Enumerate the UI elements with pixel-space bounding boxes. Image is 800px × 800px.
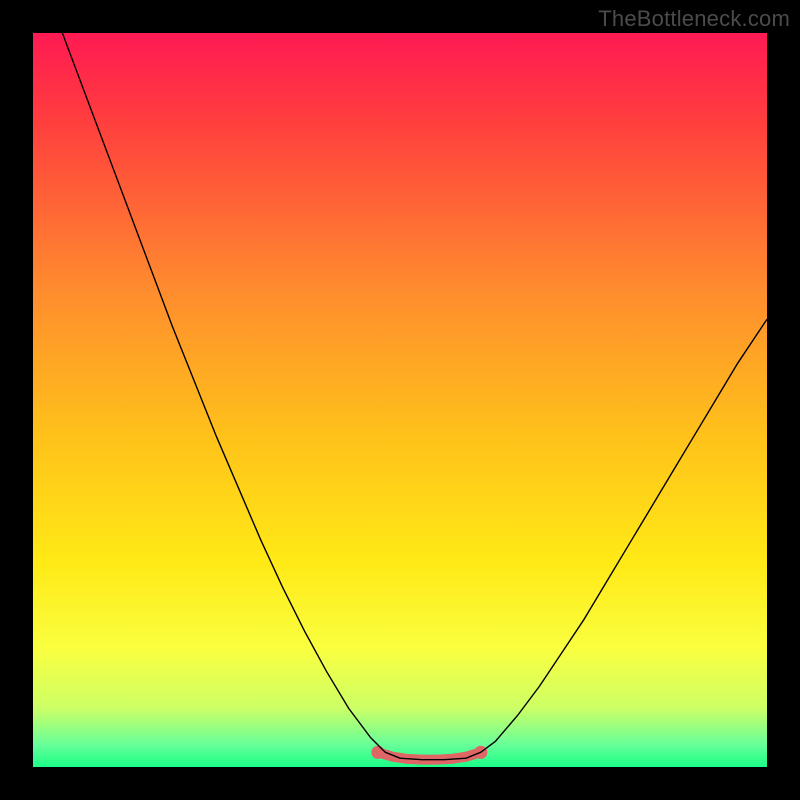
- curve-layer: [33, 33, 767, 767]
- plot-area: [33, 33, 767, 767]
- watermark-text: TheBottleneck.com: [598, 6, 790, 32]
- emphasis-endpoint-left: [371, 746, 384, 759]
- main-curve: [62, 33, 767, 760]
- chart-frame: TheBottleneck.com: [0, 0, 800, 800]
